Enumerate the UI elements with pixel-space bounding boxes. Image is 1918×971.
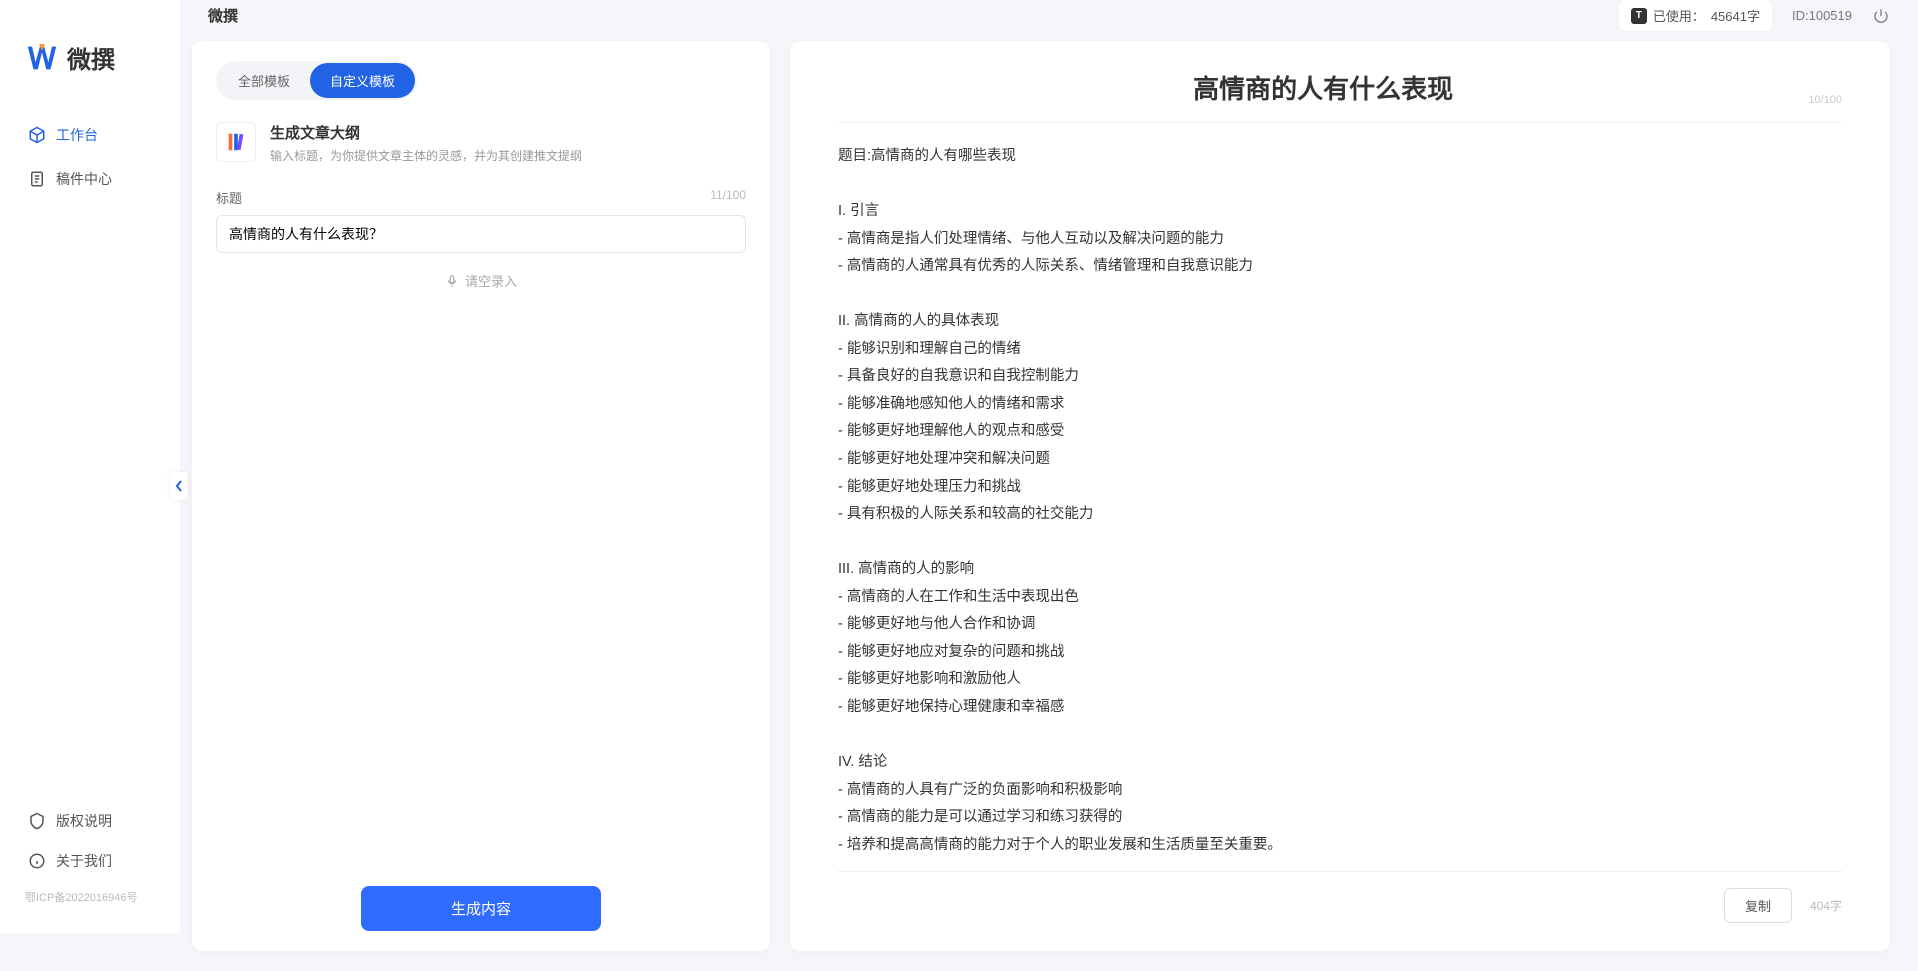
template-card: 生成文章大纲 输入标题，为你提供文章主体的灵感，并为其创建推文提纲 [216,122,746,164]
speech-label: 请空录入 [465,271,517,290]
bottom-label: 版权说明 [56,811,112,831]
speech-input-button[interactable]: 请空录入 [216,271,746,290]
generate-button[interactable]: 生成内容 [361,886,601,931]
nav-item-workbench[interactable]: 工作台 [10,115,170,155]
tab-all-templates[interactable]: 全部模板 [218,63,310,98]
usage-value: 45641字 [1711,6,1760,25]
copy-button[interactable]: 复制 [1724,888,1792,923]
power-icon[interactable] [1872,7,1890,25]
tab-custom-templates[interactable]: 自定义模板 [310,63,415,98]
bottom-label: 关于我们 [56,851,112,871]
cube-icon [28,126,46,144]
output-title: 高情商的人有什么表现 [838,69,1808,106]
nav-label: 稿件中心 [56,169,112,189]
usage-icon: T [1631,8,1647,24]
word-count: 404字 [1810,897,1842,914]
left-panel: 全部模板 自定义模板 生成文章大纲 输入标题，为你提供文章主体的灵感，并为其创建… [192,41,770,951]
sidebar-collapse-button[interactable] [170,472,188,500]
sidebar-bottom: 版权说明 关于我们 [0,801,180,881]
template-title: 生成文章大纲 [270,122,582,143]
title-char-count: 11/100 [710,188,746,207]
template-thumb-icon [216,122,256,162]
nav-label: 工作台 [56,125,98,145]
shield-icon [28,812,46,830]
mic-icon [445,274,459,288]
topbar: 微撰 T 已使用： 45641字 ID:100519 [180,0,1918,31]
title-input[interactable] [216,215,746,253]
logo-text: 微撰 [67,40,115,75]
sidebar: 微撰 工作台 稿件中心 版权说明 关于我们 鄂ICP备2022016946号 [0,0,180,933]
usage-badge[interactable]: T 已使用： 45641字 [1619,0,1772,31]
output-body[interactable]: 题目:高情商的人有哪些表现 I. 引言 - 高情商是指人们处理情绪、与他人互动以… [838,143,1842,859]
title-field-label: 标题 [216,188,242,207]
sidebar-nav: 工作台 稿件中心 [0,115,180,801]
chevron-left-icon [174,479,184,493]
template-tabs: 全部模板 自定义模板 [216,61,417,100]
usage-label: 已使用： [1653,6,1705,25]
logo: 微撰 [0,20,180,115]
page-title: 微撰 [208,5,238,26]
output-panel: 高情商的人有什么表现 10/100 题目:高情商的人有哪些表现 I. 引言 - … [790,41,1890,951]
template-desc: 输入标题，为你提供文章主体的灵感，并为其创建推文提纲 [270,147,582,164]
logo-icon [25,41,59,75]
user-id: ID:100519 [1792,8,1852,23]
doc-icon [28,170,46,188]
output-title-count: 10/100 [1808,94,1842,106]
icp-text: 鄂ICP备2022016946号 [0,881,180,913]
info-icon [28,852,46,870]
nav-item-drafts[interactable]: 稿件中心 [10,159,170,199]
bottom-item-copyright[interactable]: 版权说明 [10,801,170,841]
bottom-item-about[interactable]: 关于我们 [10,841,170,881]
